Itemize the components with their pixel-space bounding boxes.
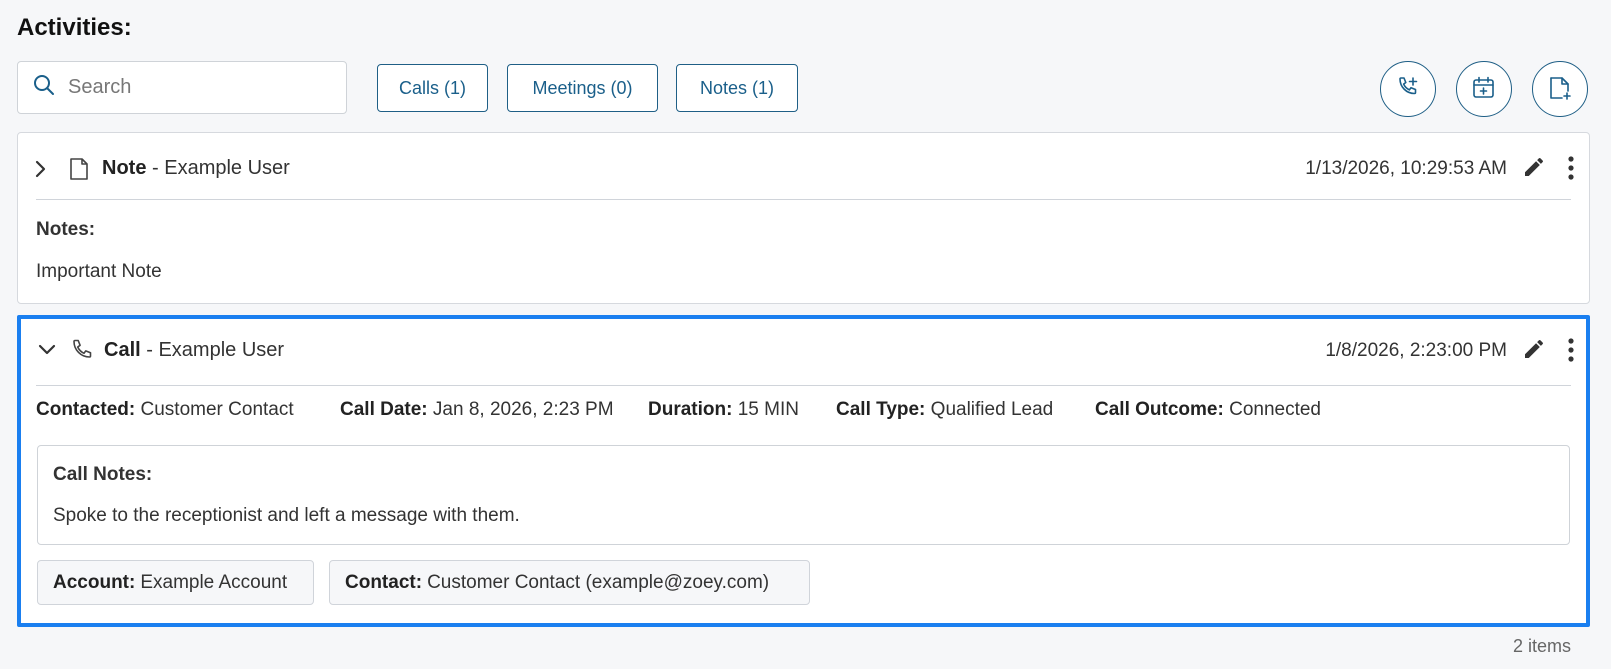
field-label: Contacted:: [36, 399, 136, 420]
phone-icon: [69, 338, 95, 369]
add-call-icon: [1394, 74, 1422, 105]
activity-timestamp: 1/13/2026, 10:29:53 AM: [1305, 158, 1507, 179]
call-notes-text: Spoke to the receptionist and left a mes…: [53, 505, 520, 526]
activity-card-note: Note - Example User 1/13/2026, 10:29:53 …: [17, 132, 1590, 304]
account-chip[interactable]: Account: Example Account: [37, 560, 314, 605]
activity-title: Note - Example User: [102, 157, 290, 180]
field-label: Duration:: [648, 399, 733, 420]
edit-icon[interactable]: [1522, 337, 1546, 366]
field-value: Qualified Lead: [930, 399, 1054, 420]
field-value: Connected: [1229, 399, 1321, 420]
call-notes-label: Call Notes:: [53, 464, 153, 485]
chevron-right-icon[interactable]: [34, 159, 48, 184]
notes-label: Notes:: [36, 219, 96, 240]
chip-label: Contact:: [345, 571, 423, 593]
divider: [36, 199, 1571, 200]
field-value: 15 MIN: [737, 399, 799, 420]
item-count: 2 items: [1512, 636, 1571, 656]
search-box[interactable]: [17, 61, 347, 114]
add-meeting-button[interactable]: [1456, 61, 1512, 117]
call-field-call-date: Call Date: Jan 8, 2026, 2:23 PM: [340, 399, 614, 421]
calls-filter-button[interactable]: Calls (1): [377, 64, 488, 112]
chevron-down-icon[interactable]: [37, 343, 57, 362]
field-label: Call Date:: [340, 399, 428, 420]
field-value: Customer Contact: [140, 399, 294, 420]
note-icon: [68, 157, 90, 186]
more-options-icon[interactable]: [1565, 155, 1577, 186]
activity-separator: -: [140, 339, 159, 361]
activity-type: Call: [104, 339, 141, 361]
search-icon: [32, 73, 56, 102]
call-field-contacted: Contacted: Customer Contact: [36, 399, 294, 421]
chip-label: Account:: [53, 571, 136, 593]
activity-type: Note: [102, 157, 147, 179]
field-label: Call Type:: [836, 399, 926, 420]
edit-icon[interactable]: [1522, 155, 1546, 184]
page-title: Activities:: [17, 14, 132, 41]
add-note-icon: [1546, 74, 1574, 105]
notes-filter-button[interactable]: Notes (1): [676, 64, 798, 112]
field-label: Call Outcome:: [1095, 399, 1224, 420]
call-field-duration: Duration: 15 MIN: [648, 399, 799, 421]
activity-user: Example User: [164, 157, 290, 179]
chip-value: Example Account: [140, 571, 288, 593]
divider: [36, 385, 1571, 386]
activity-separator: -: [146, 157, 165, 179]
chip-value: Customer Contact (example@zoey.com): [427, 571, 770, 593]
more-options-icon[interactable]: [1565, 337, 1577, 368]
meetings-filter-button[interactable]: Meetings (0): [507, 64, 658, 112]
field-value: Jan 8, 2026, 2:23 PM: [432, 399, 614, 420]
activity-title: Call - Example User: [104, 339, 284, 362]
add-call-button[interactable]: [1380, 61, 1436, 117]
call-notes-box: Call Notes: Spoke to the receptionist an…: [37, 445, 1570, 545]
call-field-call-outcome: Call Outcome: Connected: [1095, 399, 1321, 421]
add-meeting-icon: [1470, 74, 1498, 105]
activity-timestamp: 1/8/2026, 2:23:00 PM: [1325, 340, 1507, 361]
call-field-call-type: Call Type: Qualified Lead: [836, 399, 1053, 421]
activity-user: Example User: [158, 339, 285, 361]
activity-card-call: Call - Example User 1/8/2026, 2:23:00 PM…: [17, 315, 1590, 627]
search-input[interactable]: [68, 76, 328, 99]
contact-chip[interactable]: Contact: Customer Contact (example@zoey.c…: [329, 560, 810, 605]
notes-text: Important Note: [36, 261, 162, 282]
add-note-button[interactable]: [1532, 61, 1588, 117]
